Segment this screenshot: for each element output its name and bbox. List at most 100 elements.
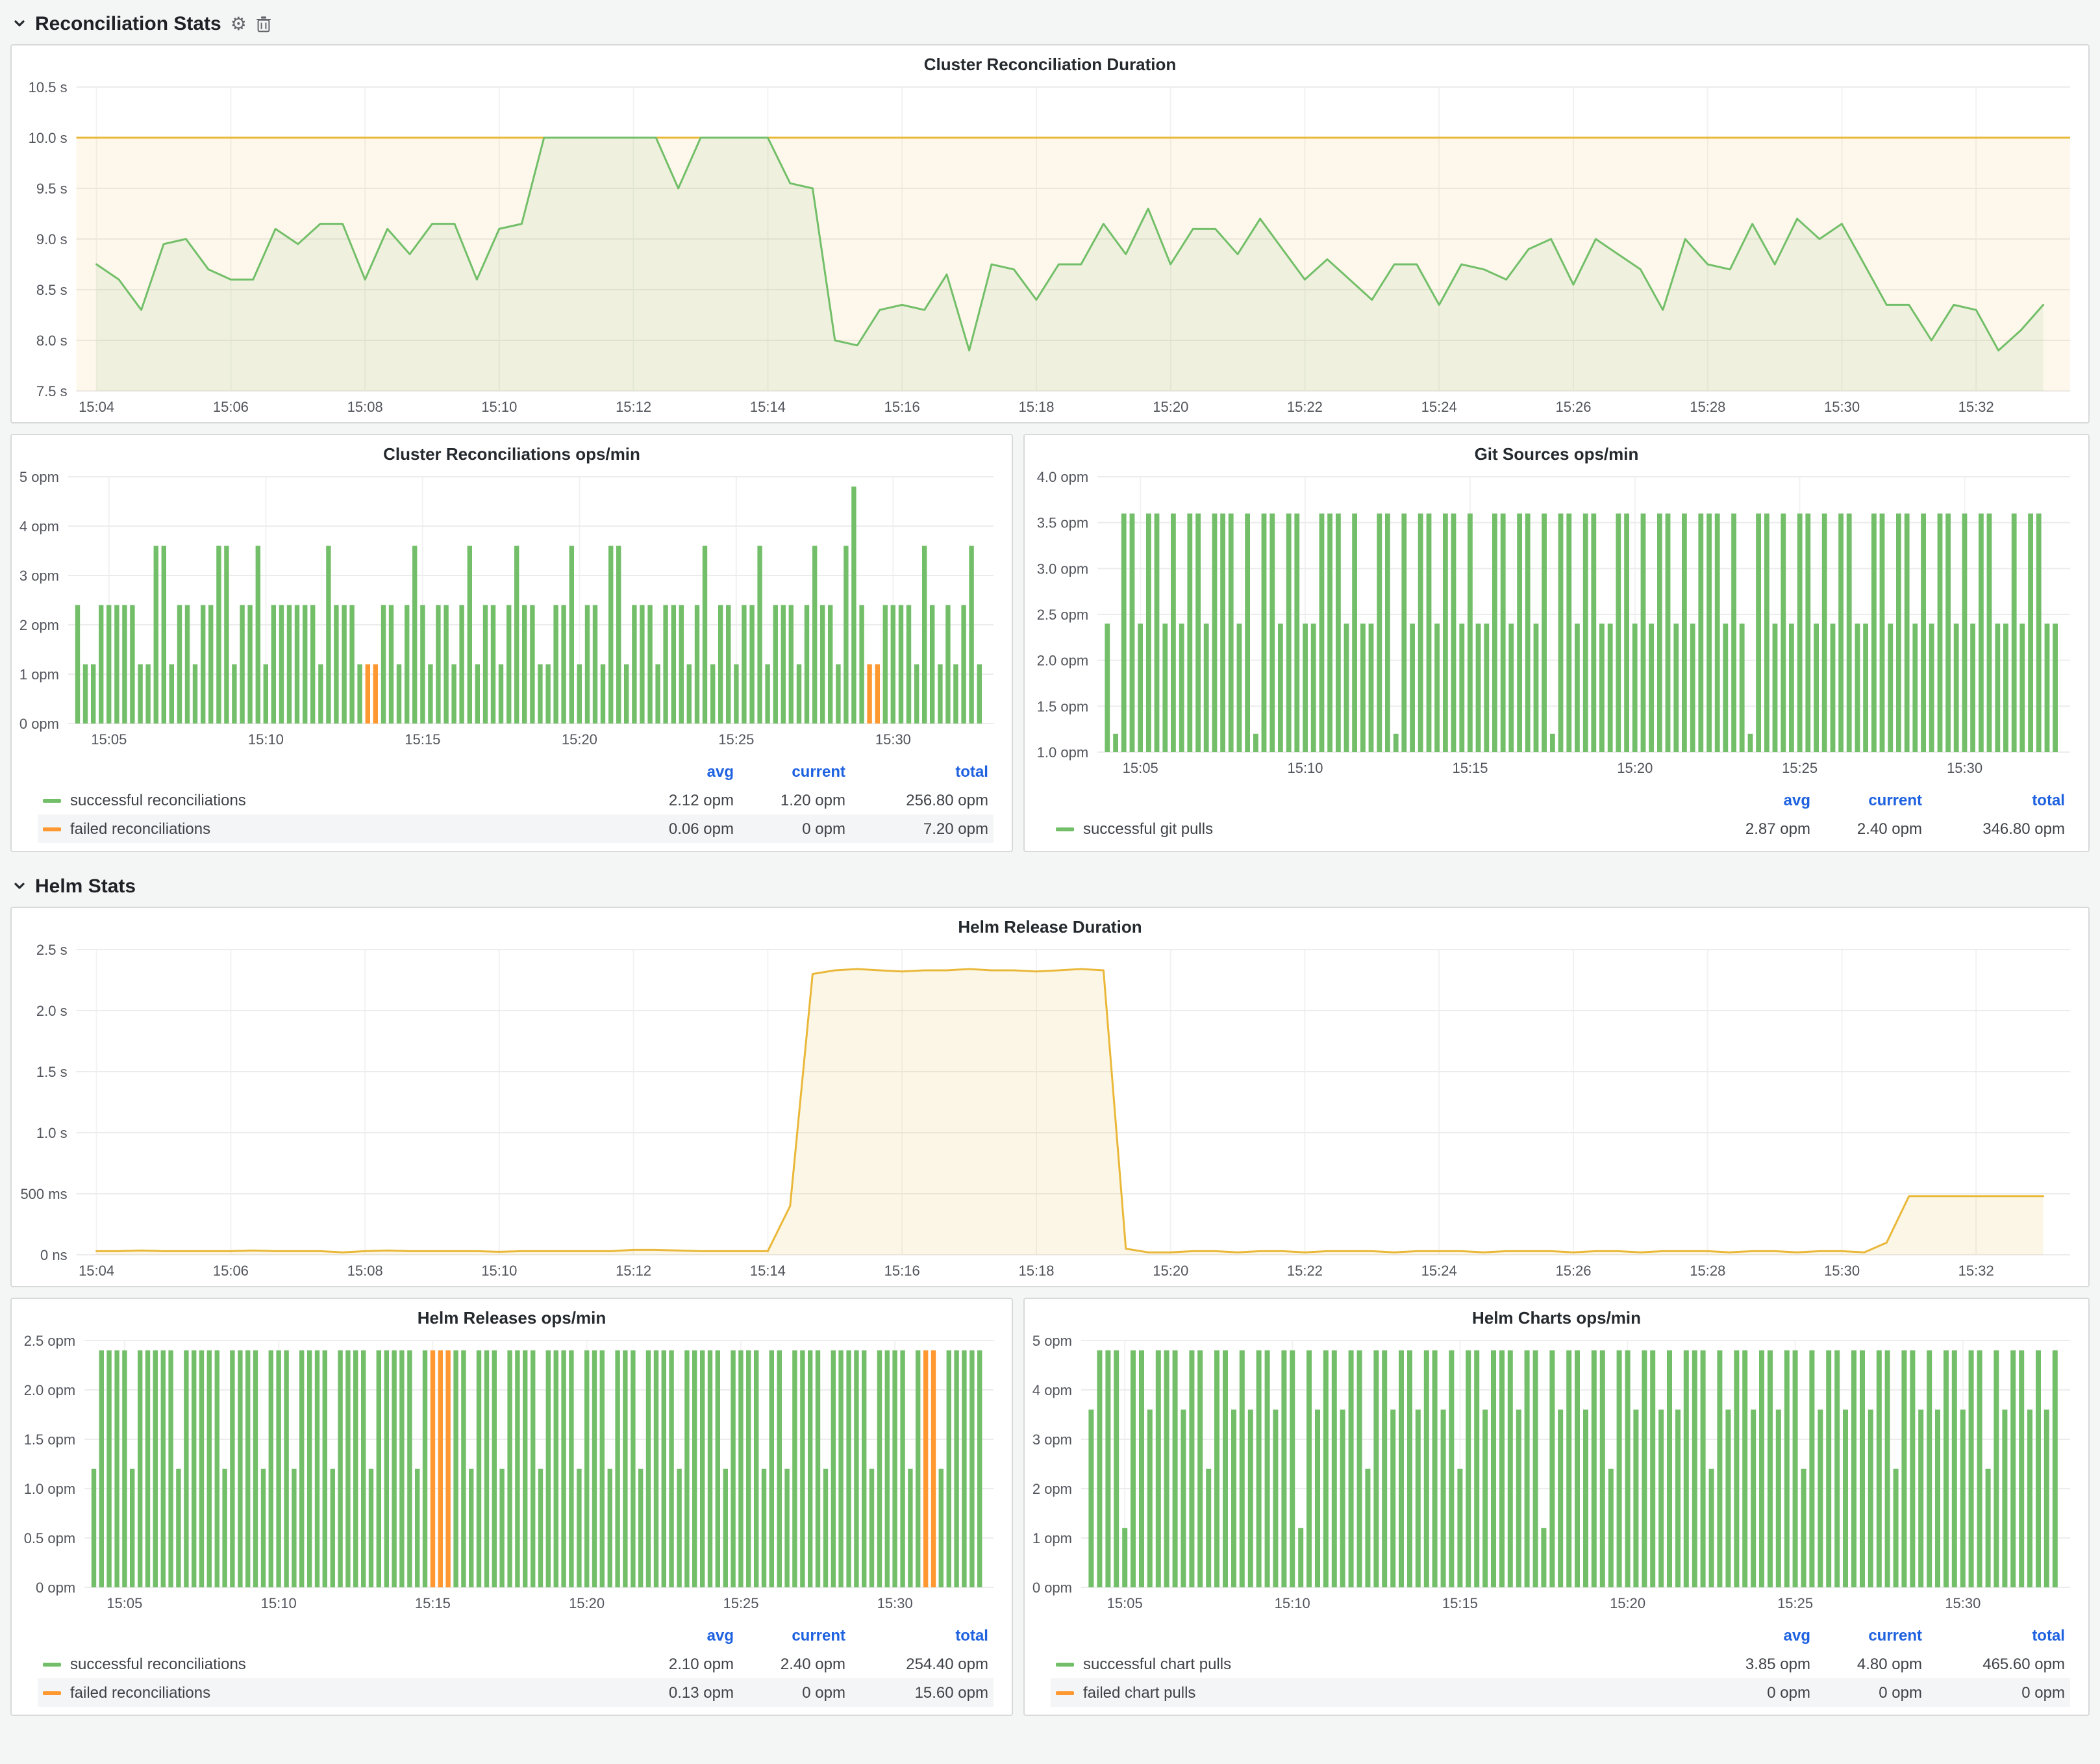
series-label[interactable]: failed reconciliations: [70, 1683, 210, 1702]
trash-icon[interactable]: [256, 15, 271, 32]
grafana-dashboard: Reconciliation Stats ⚙ Cluster Reconcili…: [0, 0, 2100, 1764]
svg-text:1.0 opm: 1.0 opm: [24, 1481, 76, 1497]
svg-text:3 opm: 3 opm: [1032, 1431, 1072, 1448]
legend-col-total[interactable]: total: [1922, 791, 2065, 809]
chevron-down-icon[interactable]: [13, 879, 26, 892]
panel-helm-releases-ops: Helm Releases ops/min 0 opm 0.5 opm 1.0 op…: [10, 1298, 1013, 1716]
panel-title-cluster-reconciliations-ops[interactable]: Cluster Reconciliations ops/min: [12, 435, 1012, 466]
svg-text:1 opm: 1 opm: [19, 666, 59, 683]
panel-git-sources-ops: Git Sources ops/min 1.0 opm1.5 opm2.0 op…: [1023, 434, 2090, 852]
svg-text:15:10: 15:10: [1287, 760, 1323, 776]
svg-text:2.0 s: 2.0 s: [36, 1003, 68, 1019]
svg-text:15:10: 15:10: [481, 399, 517, 415]
series-current-value: 0 opm: [734, 820, 845, 838]
legend-col-current[interactable]: current: [1810, 791, 1922, 809]
series-current-value: 0 opm: [1810, 1683, 1922, 1702]
svg-text:1.5 opm: 1.5 opm: [24, 1431, 76, 1448]
svg-text:3 opm: 3 opm: [19, 568, 59, 584]
series-dash-icon: [1056, 827, 1074, 831]
series-label[interactable]: successful chart pulls: [1083, 1655, 1231, 1673]
svg-text:2 opm: 2 opm: [19, 617, 59, 633]
svg-text:15:04: 15:04: [79, 1263, 114, 1279]
svg-text:15:32: 15:32: [1958, 399, 1994, 415]
chevron-down-icon[interactable]: [13, 17, 26, 30]
svg-text:500 ms: 500 ms: [20, 1186, 67, 1202]
svg-text:15:06: 15:06: [213, 399, 249, 415]
legend-helm-charts: avg current total successful chart pulls…: [1025, 1619, 2088, 1715]
svg-text:15:20: 15:20: [1153, 1263, 1188, 1279]
svg-text:15:05: 15:05: [1107, 1595, 1143, 1611]
svg-text:15:18: 15:18: [1018, 399, 1054, 415]
legend-col-total[interactable]: total: [1922, 1626, 2065, 1644]
series-label[interactable]: failed chart pulls: [1083, 1683, 1195, 1702]
svg-text:15:30: 15:30: [1824, 399, 1860, 415]
row-helm-ops: Helm Releases ops/min 0 opm 0.5 opm 1.0 op…: [10, 1298, 2090, 1726]
svg-text:15:20: 15:20: [1610, 1595, 1645, 1611]
legend-row-successful-reconciliations: successful reconciliations 2.12 opm 1.20…: [38, 786, 994, 814]
legend-col-total[interactable]: total: [845, 1626, 988, 1644]
legend-header: avg current total: [38, 1621, 994, 1650]
legend-row-failed-chart-pulls: failed chart pulls 0 opm 0 opm 0 opm: [1051, 1678, 2070, 1707]
svg-text:4.0 opm: 4.0 opm: [1037, 469, 1089, 485]
svg-text:15:15: 15:15: [1452, 760, 1488, 776]
section-title-helm-stats[interactable]: Helm Stats: [35, 875, 136, 897]
svg-text:5 opm: 5 opm: [1032, 1333, 1072, 1349]
series-current-value: 0 opm: [734, 1683, 845, 1702]
svg-text:15:10: 15:10: [261, 1595, 297, 1611]
svg-text:15:12: 15:12: [616, 399, 651, 415]
section-header-reconciliation-stats: Reconciliation Stats ⚙: [13, 8, 2090, 39]
series-dash-icon: [1056, 1691, 1074, 1695]
legend-col-total[interactable]: total: [845, 762, 988, 781]
cluster-reconciliation-duration-chart[interactable]: 7.5 s8.0 s8.5 s9.0 s9.5 s10.0 s10.5 s15:…: [12, 77, 2088, 422]
helm-release-duration-chart[interactable]: 0 ns500 ms1.0 s1.5 s2.0 s2.5 s15:0415:06…: [12, 939, 2088, 1286]
panel-helm-release-duration: Helm Release Duration 0 ns500 ms1.0 s1.5…: [10, 907, 2090, 1287]
legend-col-current[interactable]: current: [734, 762, 845, 781]
legend-col-avg[interactable]: avg: [1699, 1626, 1810, 1644]
svg-text:15:14: 15:14: [750, 399, 786, 415]
helm-releases-ops-chart[interactable]: 0 opm0.5 opm1.0 opm1.5 opm2.0 opm2.5 opm…: [12, 1330, 1012, 1619]
series-avg-value: 2.87 opm: [1699, 820, 1810, 838]
helm-charts-ops-chart[interactable]: 0 opm1 opm2 opm3 opm4 opm5 opm15:0515:10…: [1025, 1330, 2088, 1619]
series-current-value: 4.80 opm: [1810, 1655, 1922, 1673]
series-label[interactable]: failed reconciliations: [70, 820, 210, 838]
series-avg-value: 0.13 opm: [622, 1683, 734, 1702]
legend-col-avg[interactable]: avg: [622, 762, 734, 781]
legend-cluster-reconciliations: avg current total successful reconciliat…: [12, 755, 1012, 851]
series-label[interactable]: successful git pulls: [1083, 820, 1213, 838]
svg-text:15:25: 15:25: [1777, 1595, 1813, 1611]
series-label[interactable]: successful reconciliations: [70, 1655, 246, 1673]
panel-title-cluster-reconciliation-duration[interactable]: Cluster Reconciliation Duration: [12, 45, 2088, 77]
svg-text:15:30: 15:30: [877, 1595, 913, 1611]
legend-col-avg[interactable]: avg: [1699, 791, 1810, 809]
svg-text:8.5 s: 8.5 s: [36, 282, 68, 298]
svg-text:15:24: 15:24: [1421, 1263, 1457, 1279]
svg-text:4 opm: 4 opm: [1032, 1382, 1072, 1398]
svg-text:3.0 opm: 3.0 opm: [1037, 561, 1089, 577]
svg-text:15:30: 15:30: [875, 731, 911, 748]
svg-text:5 opm: 5 opm: [19, 469, 59, 485]
svg-text:15:20: 15:20: [1617, 760, 1653, 776]
svg-text:2.5 opm: 2.5 opm: [24, 1333, 76, 1349]
svg-text:0.5 opm: 0.5 opm: [24, 1530, 76, 1546]
svg-text:15:24: 15:24: [1421, 399, 1457, 415]
legend-col-current[interactable]: current: [734, 1626, 845, 1644]
series-current-value: 2.40 opm: [734, 1655, 845, 1673]
panel-title-helm-release-duration[interactable]: Helm Release Duration: [12, 908, 2088, 939]
section-title-reconciliation-stats[interactable]: Reconciliation Stats: [35, 12, 221, 34]
svg-text:2 opm: 2 opm: [1032, 1481, 1072, 1497]
legend-col-avg[interactable]: avg: [622, 1626, 734, 1644]
legend-row-successful-reconciliations: successful reconciliations 2.10 opm 2.40…: [38, 1650, 994, 1678]
gear-icon[interactable]: ⚙: [231, 14, 247, 32]
legend-row-failed-reconciliations: failed reconciliations 0.06 opm 0 opm 7.…: [38, 814, 994, 843]
svg-text:15:28: 15:28: [1690, 399, 1725, 415]
series-avg-value: 3.85 opm: [1699, 1655, 1810, 1673]
panel-title-helm-charts-ops[interactable]: Helm Charts ops/min: [1025, 1299, 2088, 1330]
svg-text:8.0 s: 8.0 s: [36, 333, 68, 349]
series-label[interactable]: successful reconciliations: [70, 791, 246, 809]
svg-text:15:10: 15:10: [1275, 1595, 1310, 1611]
cluster-reconciliations-ops-chart[interactable]: 0 opm1 opm2 opm3 opm4 opm5 opm15:0515:10…: [12, 466, 1012, 755]
legend-col-current[interactable]: current: [1810, 1626, 1922, 1644]
git-sources-ops-chart[interactable]: 1.0 opm1.5 opm2.0 opm2.5 opm3.0 opm3.5 o…: [1025, 466, 2088, 783]
panel-title-git-sources-ops[interactable]: Git Sources ops/min: [1025, 435, 2088, 466]
panel-title-helm-releases-ops[interactable]: Helm Releases ops/min: [12, 1299, 1012, 1330]
